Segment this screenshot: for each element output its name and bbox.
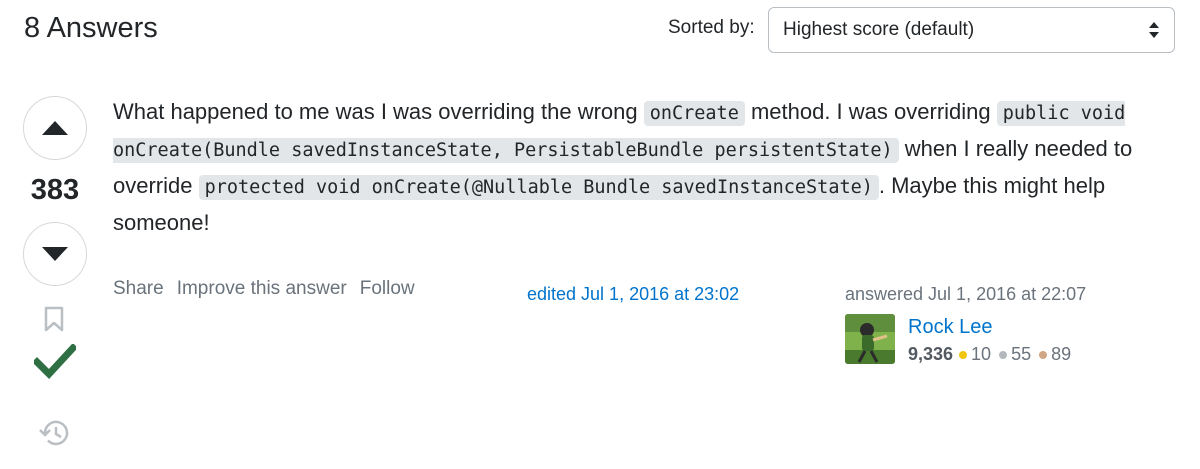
answer-body: What happened to me was I was overriding… xyxy=(113,94,1173,240)
chevron-down-icon xyxy=(42,247,68,261)
sort-select[interactable]: Highest score (default) xyxy=(768,7,1175,53)
reputation-score: 9,336 xyxy=(908,344,954,364)
post-menu: Share Improve this answer Follow xyxy=(113,278,415,300)
answer-text: What happened to me was I was overriding… xyxy=(113,99,644,124)
inline-code: onCreate xyxy=(643,101,745,126)
accepted-answer-mark xyxy=(32,343,78,385)
history-icon xyxy=(39,420,69,446)
answers-count-title: 8 Answers xyxy=(24,12,158,44)
user-reputation: 9,336 10 55 89 xyxy=(908,344,1079,365)
checkmark-icon xyxy=(32,343,78,380)
upvote-button[interactable] xyxy=(23,96,87,160)
gold-badges: 10 xyxy=(959,344,991,365)
avatar[interactable] xyxy=(845,314,895,364)
vote-count: 383 xyxy=(30,174,80,206)
gold-badge-count: 10 xyxy=(971,344,992,364)
sort-selected-value: Highest score (default) xyxy=(783,19,975,40)
bookmark-icon xyxy=(44,306,64,332)
silver-badges: 55 xyxy=(999,344,1031,365)
silver-badge-icon xyxy=(999,350,1008,359)
answered-timestamp: answered Jul 1, 2016 at 22:07 xyxy=(845,284,1087,304)
sort-arrows-icon xyxy=(1149,22,1159,38)
inline-code: protected void onCreate(@Nullable Bundle… xyxy=(198,175,879,200)
bronze-badge-count: 89 xyxy=(1051,344,1072,364)
bronze-badge-icon xyxy=(1039,350,1048,359)
user-name-link[interactable]: Rock Lee xyxy=(908,316,993,339)
user-avatar-image xyxy=(845,314,895,364)
improve-answer-link[interactable]: Improve this answer xyxy=(177,278,347,300)
answer-text: method. I was overriding xyxy=(744,99,997,124)
share-link[interactable]: Share xyxy=(113,278,164,300)
downvote-button[interactable] xyxy=(23,222,87,286)
edited-timestamp-link[interactable]: edited Jul 1, 2016 at 23:02 xyxy=(527,284,739,305)
follow-link[interactable]: Follow xyxy=(360,278,415,300)
bronze-badges: 89 xyxy=(1039,344,1071,365)
silver-badge-count: 55 xyxy=(1011,344,1032,364)
timeline-button[interactable] xyxy=(37,418,71,453)
gold-badge-icon xyxy=(959,350,968,359)
chevron-up-icon xyxy=(42,121,68,135)
bookmark-button[interactable] xyxy=(43,306,65,337)
sort-label: Sorted by: xyxy=(668,17,755,38)
